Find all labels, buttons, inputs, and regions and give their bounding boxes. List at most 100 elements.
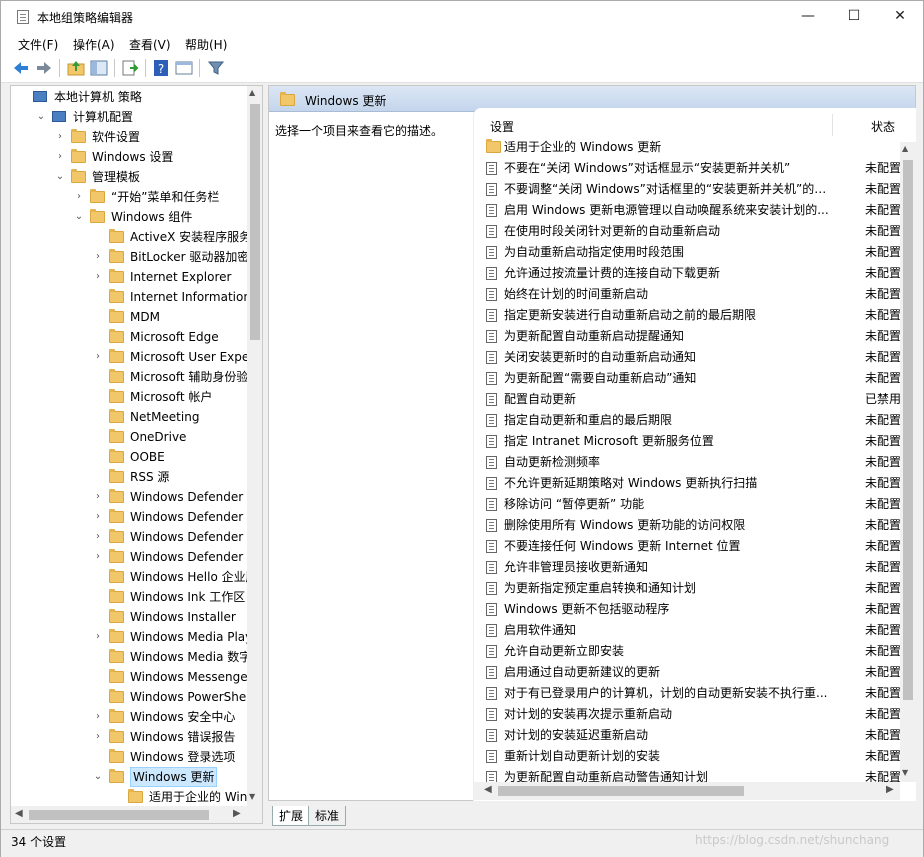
collapse-arrow-icon[interactable]: ⌄ (36, 107, 46, 127)
tree-item[interactable]: › Internet Explorer (11, 267, 247, 287)
collapse-arrow-icon[interactable]: ⌄ (55, 167, 65, 187)
settings-vertical-scrollbar[interactable]: ▲ ▼ (900, 142, 916, 782)
setting-row[interactable]: 不允许更新延期策略对 Windows 更新执行扫描 未配置 (474, 473, 916, 494)
tree-item[interactable]: OOBE (11, 447, 247, 467)
collapse-arrow-icon[interactable]: ⌄ (93, 767, 103, 787)
minimize-button[interactable]: — (785, 1, 831, 32)
settings-horizontal-scrollbar[interactable]: ◀ ▶ (474, 782, 900, 800)
collapse-arrow-icon[interactable]: ⌄ (74, 207, 84, 227)
tree-item[interactable]: › Windows Defender 防病 (11, 507, 262, 527)
tree-item[interactable]: ⌄ Windows 更新 (11, 767, 247, 787)
expand-arrow-icon[interactable]: › (93, 627, 103, 647)
tree-item[interactable]: Internet Information Se (11, 287, 262, 307)
settings-hscroll-thumb[interactable] (498, 786, 744, 796)
expand-arrow-icon[interactable]: › (93, 527, 103, 547)
tree-item[interactable]: 本地计算机 策略 (11, 87, 247, 107)
expand-arrow-icon[interactable]: › (93, 507, 103, 527)
tree-item[interactable]: › Windows Defender 应用 (11, 547, 262, 567)
forward-icon[interactable] (35, 59, 53, 77)
tree-item[interactable]: ActiveX 安装程序服务 (11, 227, 251, 247)
tree-item[interactable]: ⌄ 计算机配置 (11, 107, 247, 127)
setting-row[interactable]: 启用软件通知 未配置 (474, 620, 916, 641)
scroll-down-icon[interactable]: ▼ (902, 768, 908, 777)
setting-row[interactable]: 为更新配置自动重新启动提醒通知 未配置 (474, 326, 916, 347)
setting-row[interactable]: 启用通过自动更新建议的更新 未配置 (474, 662, 916, 683)
setting-row[interactable]: 在使用时段关闭针对更新的自动重新启动 未配置 (474, 221, 916, 242)
tree-item[interactable]: ⌄ 管理模板 (11, 167, 247, 187)
tree-item[interactable]: MDM (11, 307, 247, 327)
setting-row[interactable]: 允许非管理员接收更新通知 未配置 (474, 557, 916, 578)
setting-row[interactable]: 配置自动更新 已禁用 (474, 389, 916, 410)
export-list-icon[interactable] (121, 59, 139, 77)
setting-row[interactable]: 不要调整“关闭 Windows”对话框里的“安装更新并关机”的默... 未配置 (474, 179, 916, 200)
setting-row[interactable]: 删除使用所有 Windows 更新功能的访问权限 未配置 (474, 515, 916, 536)
tree-horizontal-scrollbar[interactable]: ◀ ▶ (11, 806, 262, 823)
tree-item[interactable]: › 软件设置 (11, 127, 247, 147)
tree-item[interactable]: › Windows 错误报告 (11, 727, 247, 747)
setting-row[interactable]: 指定自动更新和重启的最后期限 未配置 (474, 410, 916, 431)
tree-item[interactable]: Windows Installer (11, 607, 247, 627)
tree-item[interactable]: › BitLocker 驱动器加密 (11, 247, 249, 267)
scroll-right-icon[interactable]: ▶ (886, 784, 894, 795)
tree-item[interactable]: ⌄ Windows 组件 (11, 207, 247, 227)
scroll-down-icon[interactable]: ▼ (249, 792, 255, 801)
tree-item[interactable]: NetMeeting (11, 407, 247, 427)
menu-view[interactable]: 查看(V) (129, 36, 171, 53)
tree-item[interactable]: Microsoft Edge (11, 327, 247, 347)
setting-row[interactable]: 指定 Intranet Microsoft 更新服务位置 未配置 (474, 431, 916, 452)
expand-arrow-icon[interactable]: › (93, 247, 103, 267)
tree-item[interactable]: Microsoft 帐户 (11, 387, 247, 407)
tree-item[interactable]: Windows PowerShell (11, 687, 253, 707)
tree-item[interactable]: Windows 登录选项 (11, 747, 247, 767)
settings-scroll-thumb[interactable] (903, 160, 913, 700)
tree-hscroll-thumb[interactable] (29, 810, 209, 820)
expand-arrow-icon[interactable]: › (55, 127, 65, 147)
scroll-right-icon[interactable]: ▶ (233, 808, 241, 819)
menu-action[interactable]: 操作(A) (73, 36, 115, 53)
setting-row[interactable]: 不要在“关闭 Windows”对话框显示“安装更新并关机” 未配置 (474, 158, 916, 179)
expand-arrow-icon[interactable]: › (93, 707, 103, 727)
tree-item[interactable]: Windows Ink 工作区 (11, 587, 247, 607)
tree-item[interactable]: Windows Media 数字权 (11, 647, 262, 667)
expand-arrow-icon[interactable]: › (93, 547, 103, 567)
show-hide-tree-icon[interactable] (90, 59, 108, 77)
tree-item[interactable]: › Windows 安全中心 (11, 707, 247, 727)
tab-extended[interactable]: 扩展 (272, 806, 311, 826)
tree-item[interactable]: › Microsoft User Experie (11, 347, 262, 367)
tree-item[interactable]: 适用于企业的 Windov (11, 787, 262, 807)
scroll-left-icon[interactable]: ◀ (484, 784, 492, 795)
tree-item[interactable]: Windows Messenger (11, 667, 253, 687)
setting-row[interactable]: 对于有已登录用户的计算机，计划的自动更新安装不执行重... 未配置 (474, 683, 916, 704)
tab-standard[interactable]: 标准 (308, 806, 347, 826)
tree-item[interactable]: OneDrive (11, 427, 247, 447)
setting-row[interactable]: 对计划的安装再次提示重新启动 未配置 (474, 704, 916, 725)
setting-row[interactable]: 不要连接任何 Windows 更新 Internet 位置 未配置 (474, 536, 916, 557)
up-folder-icon[interactable] (67, 59, 85, 77)
scroll-up-icon[interactable]: ▲ (249, 88, 255, 97)
setting-row[interactable]: 对计划的安装延迟重新启动 未配置 (474, 725, 916, 746)
expand-arrow-icon[interactable]: › (55, 147, 65, 167)
setting-row[interactable]: 自动更新检测频率 未配置 (474, 452, 916, 473)
help-icon[interactable]: ? (152, 59, 170, 77)
tree-item[interactable]: › Windows 设置 (11, 147, 247, 167)
setting-row[interactable]: 指定更新安装进行自动重新启动之前的最后期限 未配置 (474, 305, 916, 326)
column-header-state[interactable]: 状态 (871, 118, 895, 135)
tree-item[interactable]: › “开始”菜单和任务栏 (11, 187, 247, 207)
expand-arrow-icon[interactable]: › (93, 347, 103, 367)
maximize-button[interactable]: ☐ (831, 1, 877, 32)
scroll-left-icon[interactable]: ◀ (15, 808, 23, 819)
setting-row[interactable]: Windows 更新不包括驱动程序 未配置 (474, 599, 916, 620)
tree-item[interactable]: Microsoft 辅助身份验证 (11, 367, 260, 387)
tree-item[interactable]: RSS 源 (11, 467, 247, 487)
tree-vertical-scrollbar[interactable]: ▲ ▼ (247, 86, 262, 806)
expand-arrow-icon[interactable]: › (93, 487, 103, 507)
setting-row[interactable]: 关闭安装更新时的自动重新启动通知 未配置 (474, 347, 916, 368)
scroll-up-icon[interactable]: ▲ (902, 144, 908, 153)
column-header-setting[interactable]: 设置 (490, 118, 514, 135)
setting-row[interactable]: 允许通过按流量计费的连接自动下载更新 未配置 (474, 263, 916, 284)
menu-help[interactable]: 帮助(H) (185, 36, 227, 53)
expand-arrow-icon[interactable]: › (93, 727, 103, 747)
setting-row[interactable]: 允许自动更新立即安装 未配置 (474, 641, 916, 662)
tree-item[interactable]: › Windows Media Player (11, 627, 262, 647)
setting-row[interactable]: 移除访问 “暂停更新” 功能 未配置 (474, 494, 916, 515)
